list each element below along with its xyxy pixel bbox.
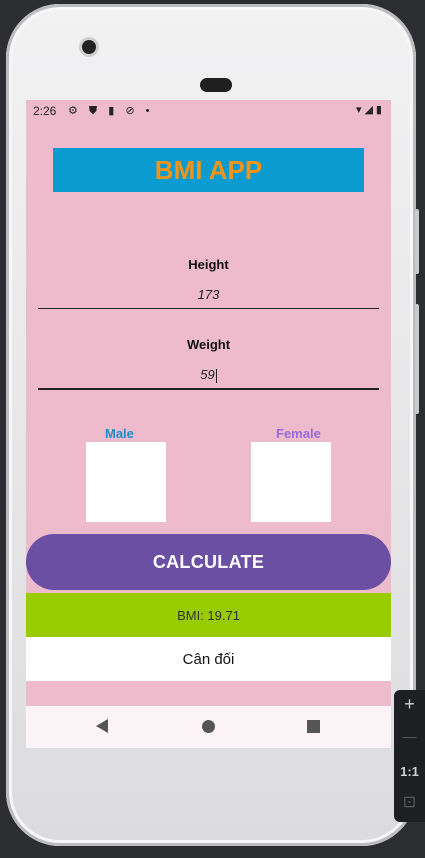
status-bar: 2:26 ⚙ ⛊ ▮ ⊘ • ▾◢▮ [26, 100, 391, 122]
zoom-in-icon[interactable]: + [394, 694, 425, 715]
app-screen: 2:26 ⚙ ⛊ ▮ ⊘ • ▾◢▮ BMI APP Height 173 We… [26, 100, 391, 748]
female-image-button[interactable] [251, 442, 331, 522]
bmi-status-text: Cân đối [26, 637, 391, 681]
actual-size-button[interactable]: 1:1 [394, 764, 425, 779]
volume-button[interactable] [415, 304, 419, 414]
bmi-result-bar: BMI: 19.71 [26, 593, 391, 637]
back-icon[interactable] [96, 719, 108, 733]
text-cursor [215, 368, 217, 383]
height-value: 173 [197, 287, 220, 302]
power-button[interactable] [415, 209, 419, 274]
front-camera [82, 40, 96, 54]
home-icon[interactable] [202, 720, 215, 733]
height-input[interactable]: 173 [38, 287, 379, 302]
system-icons: ▾◢▮ [355, 104, 385, 116]
weight-value: 59 [200, 367, 215, 382]
male-image-button[interactable] [86, 442, 166, 522]
recents-icon[interactable] [307, 720, 320, 733]
app-title: BMI APP [154, 154, 263, 185]
male-label: Male [105, 426, 134, 441]
navigation-bar [26, 706, 391, 748]
height-label: Height [188, 257, 229, 272]
calculate-button[interactable]: CALCULATE [26, 534, 391, 590]
weight-label: Weight [186, 337, 231, 352]
height-underline [38, 308, 379, 309]
weight-input[interactable]: 59 [38, 367, 379, 383]
fit-screen-icon[interactable]: ⊡ [394, 792, 425, 812]
status-time: 2:26 [33, 104, 57, 118]
emulator-toolbar: + — 1:1 ⊡ [394, 690, 425, 822]
app-title-banner: BMI APP [53, 148, 364, 192]
notification-icons: ⚙ ⛊ ▮ ⊘ • [68, 105, 154, 117]
zoom-out-icon[interactable]: — [394, 728, 425, 744]
weight-underline [38, 388, 379, 390]
earpiece-speaker [200, 78, 232, 92]
female-label: Female [276, 426, 321, 441]
